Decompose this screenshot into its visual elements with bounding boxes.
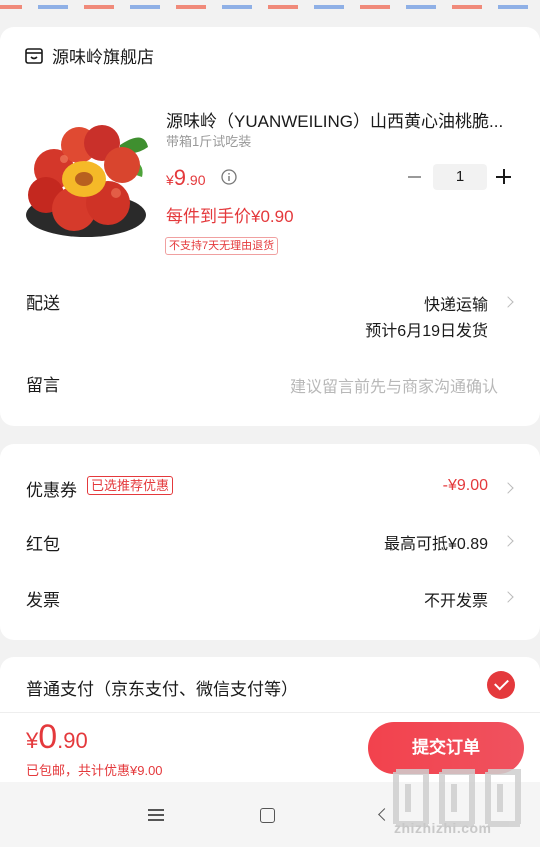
delivery-eta: 预计6月19日发货	[365, 323, 488, 340]
redpacket-value[interactable]: 最高可抵¥0.89	[384, 530, 488, 554]
return-policy-badge: 不支持7天无理由退货	[165, 237, 279, 255]
price-currency: ¥	[166, 172, 174, 188]
discounts-card: 优惠券 已选推荐优惠 -¥9.00 红包 最高可抵¥0.89 发票 不开发票	[0, 444, 540, 640]
shop-name: 源味岭旗舰店	[52, 48, 154, 67]
chevron-right-icon[interactable]	[502, 591, 514, 603]
recent-apps-icon[interactable]	[148, 809, 164, 821]
payment-method-label[interactable]: 普通支付（京东支付、微信支付等）	[26, 675, 298, 700]
delivery-label: 配送	[26, 294, 60, 313]
store-icon	[25, 47, 43, 64]
order-item-card: 源味岭旗舰店 源味岭（YUANWEILING）山西黄心油桃脆... 带箱1斤试吃…	[0, 27, 540, 426]
increase-quantity-button[interactable]	[491, 164, 517, 190]
checkmark-icon[interactable]	[487, 671, 515, 699]
airmail-border	[0, 0, 540, 12]
invoice-label: 发票	[26, 591, 60, 610]
total-decimal: .90	[57, 728, 88, 753]
invoice-value[interactable]: 不开发票	[424, 587, 488, 611]
chevron-right-icon[interactable]	[502, 535, 514, 547]
total-currency: ¥	[26, 728, 39, 753]
product-title[interactable]: 源味岭（YUANWEILING）山西黄心油桃脆...	[166, 107, 518, 132]
shipping-note: 已包邮，共计优惠¥9.00	[26, 763, 163, 778]
product-price: ¥ 9 .90	[166, 165, 206, 191]
product-spec: 带箱1斤试吃装	[166, 134, 252, 149]
coupon-label: 优惠券	[26, 481, 77, 500]
quantity-value[interactable]: 1	[433, 164, 487, 190]
message-label: 留言	[26, 376, 60, 395]
coupon-recommended-badge: 已选推荐优惠	[87, 476, 174, 495]
payment-card: 普通支付（京东支付、微信支付等）	[0, 657, 540, 717]
total-integer: 0	[38, 718, 58, 756]
redpacket-label: 红包	[26, 535, 60, 554]
price-integer: 9	[173, 165, 187, 190]
home-icon[interactable]	[260, 808, 275, 823]
quantity-stepper: 1	[402, 164, 517, 190]
chevron-right-icon[interactable]	[502, 482, 514, 494]
coupon-value[interactable]: -¥9.00	[443, 477, 488, 495]
decrease-quantity-button[interactable]	[402, 164, 428, 190]
chevron-right-icon[interactable]	[502, 296, 514, 308]
total-price: ¥ 0 .90	[26, 718, 88, 757]
info-icon[interactable]	[221, 169, 237, 185]
unit-final-price: 每件到手价¥0.90	[166, 207, 294, 226]
delivery-method[interactable]: 快递运输	[424, 291, 488, 315]
message-input[interactable]: 建议留言前先与商家沟通确认	[290, 373, 498, 397]
price-decimal: .90	[186, 172, 206, 188]
shop-header[interactable]: 源味岭旗舰店	[24, 43, 154, 68]
watermark-domain: zhizhizhi.com	[394, 820, 492, 836]
product-image[interactable]	[24, 117, 152, 245]
